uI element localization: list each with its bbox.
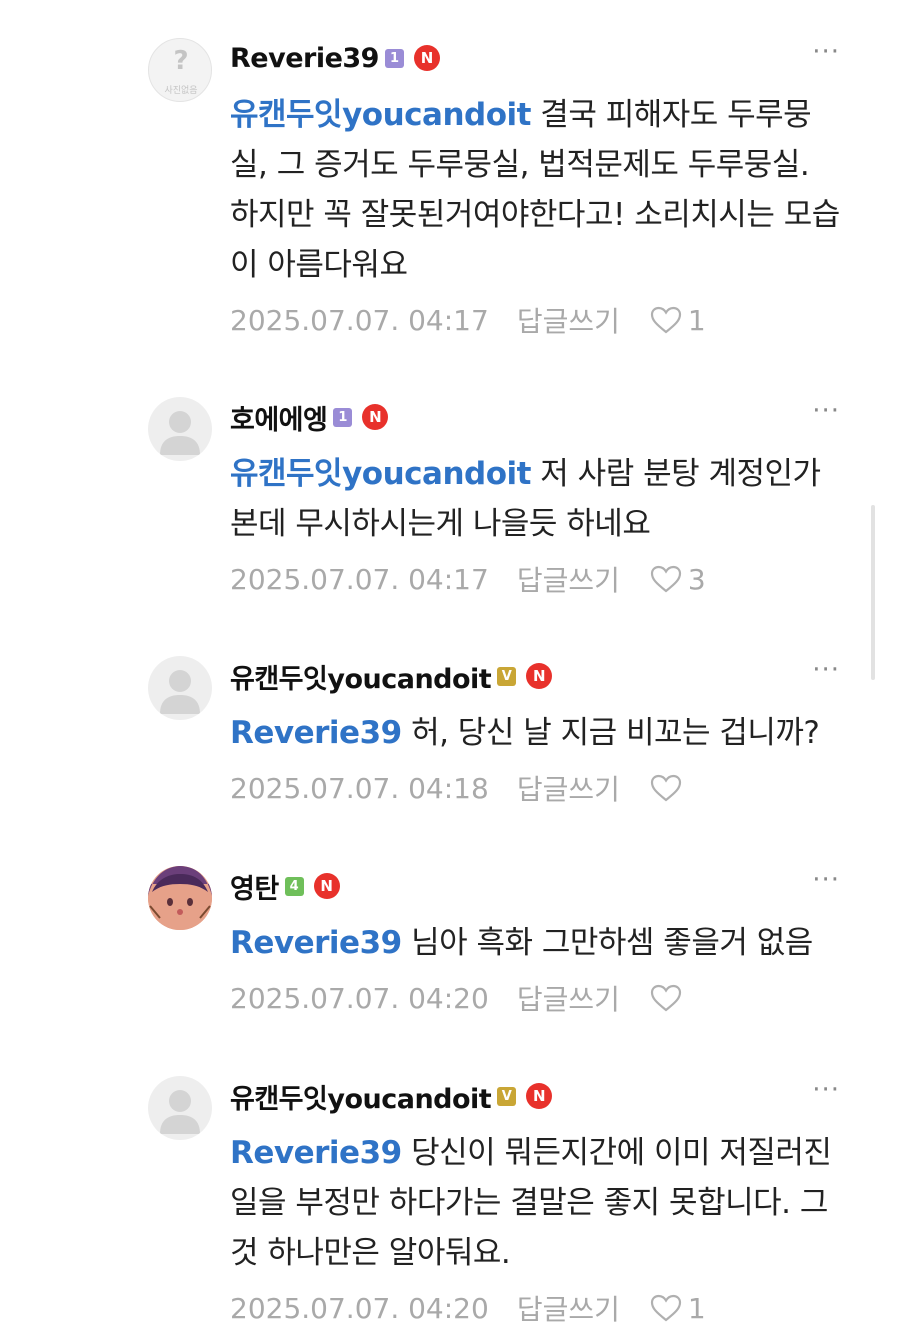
nickname[interactable]: 호에에엥 [230, 398, 328, 437]
more-options-button[interactable]: ··· [812, 39, 840, 65]
reply-button[interactable]: 답글쓰기 [517, 300, 620, 340]
nickname[interactable]: 유캔두잇youcandoit [230, 1077, 492, 1116]
default-profile-icon [160, 670, 200, 714]
svg-text:?: ? [173, 46, 188, 76]
comment-meta: 2025.07.07. 04:20 답글쓰기 [230, 978, 688, 1018]
mention-link[interactable]: 유캔두잇youcandoit [230, 456, 531, 492]
avatar[interactable] [148, 866, 212, 930]
comment-body: 허, 당신 날 지금 비꼬는 겁니까? [401, 715, 820, 751]
reply-button[interactable]: 답글쓰기 [517, 768, 620, 808]
comment-body: 님아 흑화 그만하셈 좋을거 없음 [401, 925, 813, 961]
heart-icon [650, 1294, 681, 1322]
heart-icon [650, 306, 681, 334]
scrollbar[interactable] [871, 505, 875, 680]
more-options-button[interactable]: ··· [812, 398, 840, 424]
new-badge-icon: N [362, 404, 389, 430]
mention-link[interactable]: Reverie39 [230, 925, 402, 961]
more-options-button[interactable]: ··· [812, 867, 840, 893]
no-photo-icon: ? 사진없음 [164, 46, 197, 96]
comment-header: 유캔두잇youcandoit V N [230, 656, 553, 696]
like-count: 1 [687, 303, 706, 337]
comment-date: 2025.07.07. 04:20 [230, 1291, 489, 1325]
new-badge-icon: N [313, 873, 340, 899]
reply-button[interactable]: 답글쓰기 [517, 1288, 620, 1328]
more-options-button[interactable]: ··· [812, 657, 840, 683]
comment-date: 2025.07.07. 04:17 [230, 303, 489, 337]
comment-header: 유캔두잇youcandoit V N [230, 1076, 553, 1116]
comment-header: 호에에엥 1 N [230, 397, 389, 437]
new-badge-icon: N [413, 45, 440, 71]
level-badge-icon: 1 [384, 48, 404, 68]
like-count: 1 [687, 1291, 706, 1325]
comment-meta: 2025.07.07. 04:20 답글쓰기 1 [230, 1288, 706, 1328]
character-avatar-icon [148, 866, 212, 930]
heart-icon [650, 984, 681, 1012]
comment-text: 유캔두잇youcandoit 저 사람 분탕 계정인가본데 무시하시는게 나을듯… [230, 449, 845, 549]
new-badge-icon: N [526, 663, 553, 689]
comment-header: 영탄 4 N [230, 866, 340, 906]
like-button[interactable] [650, 984, 688, 1012]
heart-icon [650, 774, 681, 802]
like-button[interactable]: 3 [650, 563, 706, 596]
comment-text: Reverie39 님아 흑화 그만하셈 좋을거 없음 [230, 918, 845, 968]
like-button[interactable] [650, 774, 688, 802]
mention-link[interactable]: Reverie39 [230, 1135, 402, 1171]
heart-icon [650, 565, 681, 593]
new-badge-icon: N [526, 1083, 553, 1109]
comment-date: 2025.07.07. 04:20 [230, 981, 489, 1015]
default-profile-icon [160, 411, 200, 455]
level-badge-icon: 1 [333, 407, 353, 427]
comment-meta: 2025.07.07. 04:18 답글쓰기 [230, 768, 688, 808]
like-button[interactable]: 1 [650, 1292, 706, 1325]
level-badge-icon: V [497, 666, 517, 686]
comment-text: Reverie39 당신이 뭐든지간에 이미 저질러진 일을 부정만 하다가는 … [230, 1128, 845, 1278]
reply-button[interactable]: 답글쓰기 [517, 978, 620, 1018]
comment-text: Reverie39 허, 당신 날 지금 비꼬는 겁니까? [230, 708, 845, 758]
level-badge-icon: V [497, 1086, 517, 1106]
avatar-placeholder-label: 사진없음 [164, 85, 197, 96]
default-profile-icon [160, 1090, 200, 1134]
comment-text: 유캔두잇youcandoit 결국 피해자도 두루뭉실, 그 증거도 두루뭉실,… [230, 90, 845, 290]
like-count: 3 [687, 562, 706, 596]
avatar[interactable] [148, 397, 212, 461]
comment-date: 2025.07.07. 04:17 [230, 562, 489, 596]
mention-link[interactable]: 유캔두잇youcandoit [230, 97, 531, 133]
like-button[interactable]: 1 [650, 304, 706, 337]
nickname[interactable]: Reverie39 [230, 43, 379, 74]
level-badge-icon: 4 [284, 876, 304, 896]
avatar[interactable] [148, 656, 212, 720]
nickname[interactable]: 유캔두잇youcandoit [230, 657, 492, 696]
more-options-button[interactable]: ··· [812, 1077, 840, 1103]
comment-meta: 2025.07.07. 04:17 답글쓰기 1 [230, 300, 706, 340]
reply-button[interactable]: 답글쓰기 [517, 559, 620, 599]
avatar[interactable]: ? 사진없음 [148, 38, 212, 102]
comment-meta: 2025.07.07. 04:17 답글쓰기 3 [230, 559, 706, 599]
avatar[interactable] [148, 1076, 212, 1140]
mention-link[interactable]: Reverie39 [230, 715, 402, 751]
nickname[interactable]: 영탄 [230, 867, 279, 906]
comment-date: 2025.07.07. 04:18 [230, 771, 489, 805]
comment-header: Reverie39 1 N [230, 38, 440, 78]
